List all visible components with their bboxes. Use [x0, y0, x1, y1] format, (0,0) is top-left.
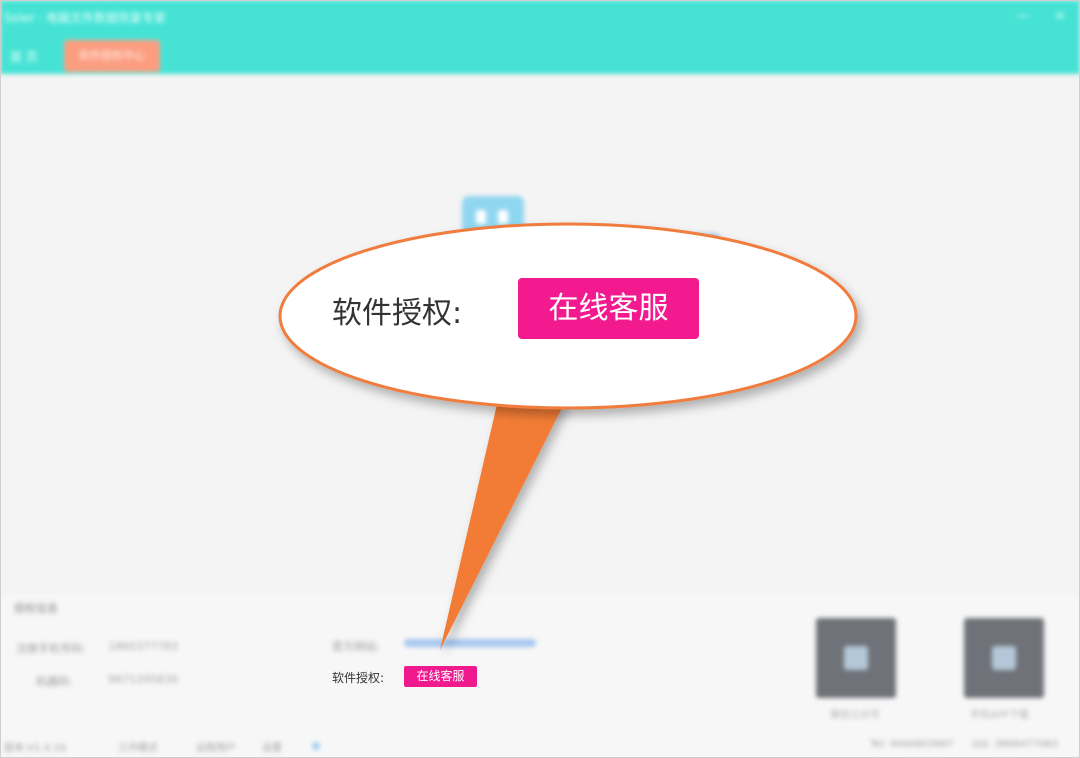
callout-bubble — [278, 222, 858, 650]
callout-license-label: 软件授权: — [332, 296, 463, 331]
callout-online-service-button[interactable]: 在线客服 — [518, 278, 699, 339]
callout-pointer — [440, 400, 566, 650]
app-window: Soler · 电脑文件数据恢复专家 — × 首 页 软件授权中心 授权信息 注… — [0, 0, 1080, 758]
